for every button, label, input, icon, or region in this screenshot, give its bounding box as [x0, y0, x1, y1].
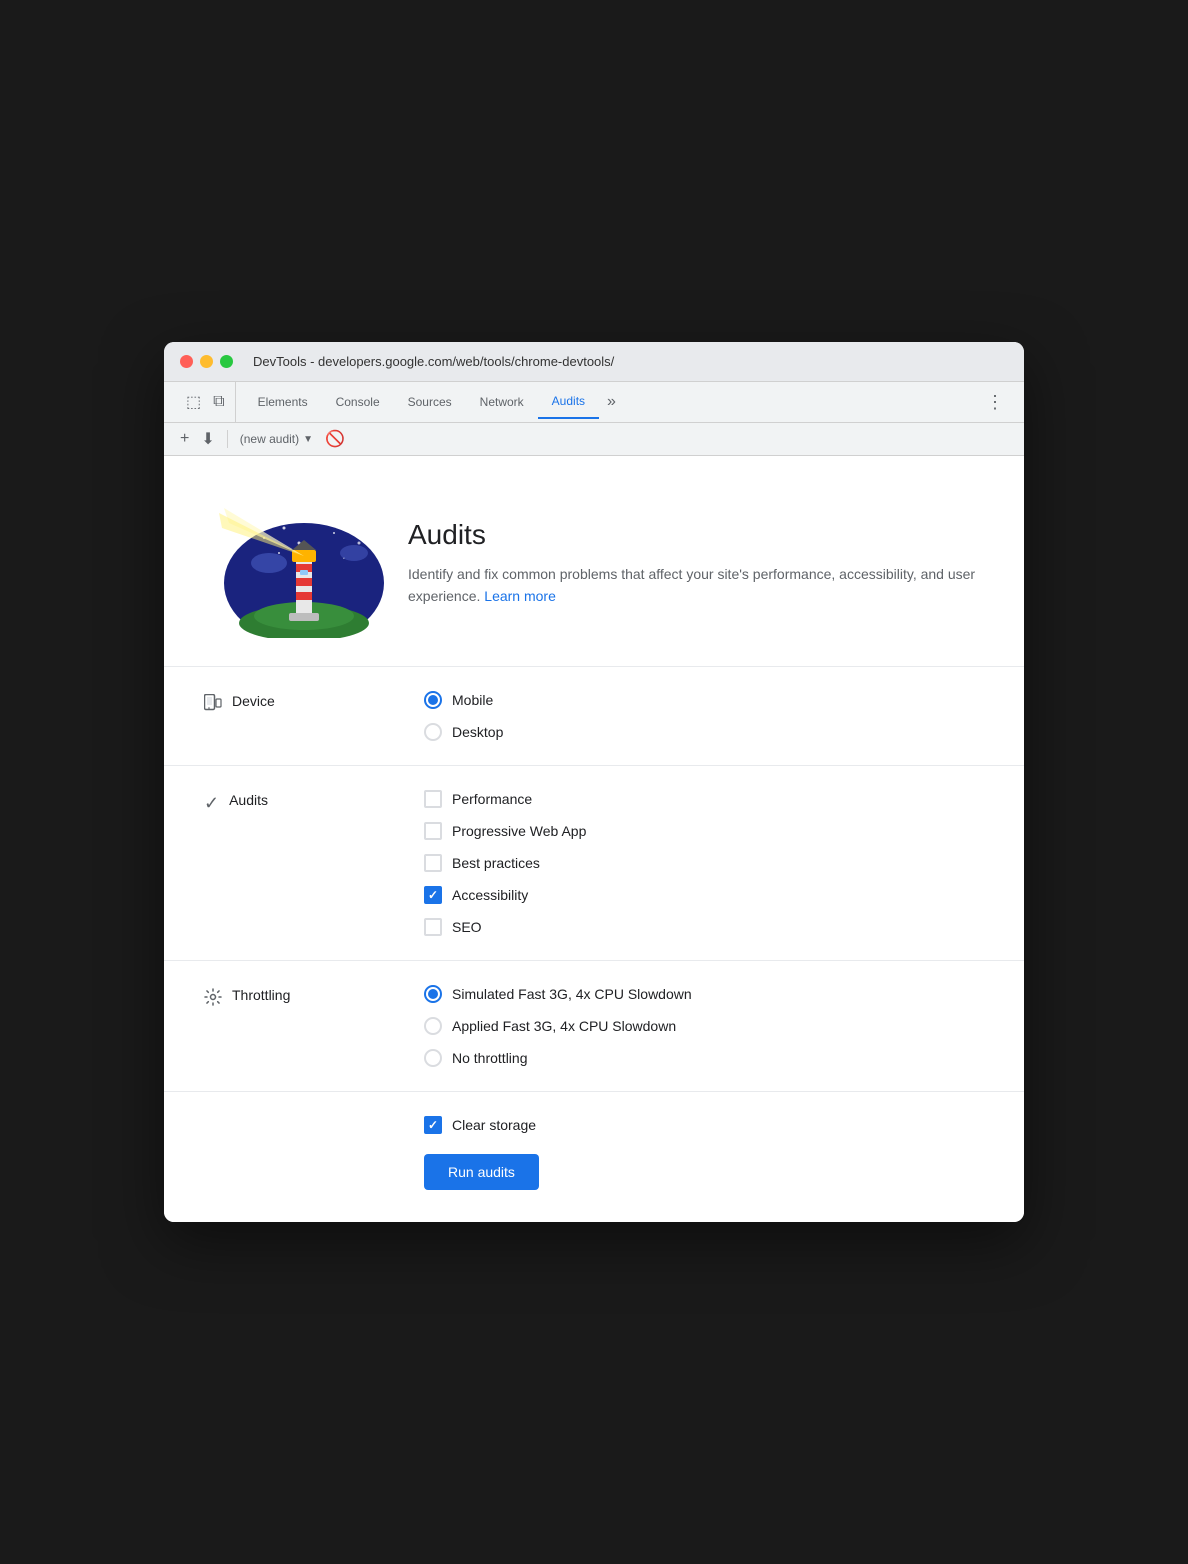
tab-sources[interactable]: Sources: [394, 386, 466, 418]
minimize-button[interactable]: [200, 355, 213, 368]
audit-accessibility-checkbox[interactable]: [424, 886, 442, 904]
device-desktop-option[interactable]: Desktop: [424, 723, 984, 741]
subtoolbar-divider: [227, 430, 228, 448]
more-tabs-button[interactable]: »: [599, 384, 624, 420]
maximize-button[interactable]: [220, 355, 233, 368]
tab-elements[interactable]: Elements: [244, 386, 322, 418]
device-mobile-option[interactable]: Mobile: [424, 691, 984, 709]
device-icon: [204, 694, 222, 719]
throttling-none-radio[interactable]: [424, 1049, 442, 1067]
audit-pwa-option[interactable]: Progressive Web App: [424, 822, 984, 840]
add-audit-icon[interactable]: +: [180, 430, 189, 448]
chevron-down-icon: ▼: [303, 434, 313, 445]
device-desktop-radio[interactable]: [424, 723, 442, 741]
learn-more-link[interactable]: Learn more: [484, 588, 556, 604]
audit-select-label: (new audit): [240, 432, 299, 446]
titlebar: DevTools - developers.google.com/web/too…: [164, 342, 1024, 382]
throttling-simulated-radio[interactable]: [424, 985, 442, 1003]
tab-console[interactable]: Console: [322, 386, 394, 418]
bottom-section: Clear storage Run audits: [164, 1092, 1024, 1222]
audits-options: Performance Progressive Web App Best pra…: [424, 790, 984, 936]
hero-text: Audits Identify and fix common problems …: [408, 519, 984, 608]
throttling-applied-option[interactable]: Applied Fast 3G, 4x CPU Slowdown: [424, 1017, 984, 1035]
audits-label: Audits: [229, 792, 268, 808]
device-icon[interactable]: ⧉: [211, 391, 226, 413]
stop-icon[interactable]: 🚫: [325, 429, 345, 449]
throttling-label: Throttling: [232, 987, 290, 1003]
audit-performance-option[interactable]: Performance: [424, 790, 984, 808]
device-options: Mobile Desktop: [424, 691, 984, 741]
tab-tools: ⬚ ⧉: [176, 382, 236, 422]
audit-pwa-checkbox[interactable]: [424, 822, 442, 840]
download-icon[interactable]: ⬇: [201, 429, 214, 449]
audit-seo-option[interactable]: SEO: [424, 918, 984, 936]
audit-selector[interactable]: (new audit) ▼: [240, 432, 313, 446]
gear-icon: [204, 988, 222, 1011]
throttling-applied-radio[interactable]: [424, 1017, 442, 1035]
devtools-window: DevTools - developers.google.com/web/too…: [164, 342, 1024, 1222]
hero-title: Audits: [408, 519, 984, 551]
devtools-menu-button[interactable]: ⋮: [978, 383, 1012, 422]
device-label: Device: [232, 693, 275, 709]
throttling-label-container: Throttling: [204, 985, 424, 1067]
audit-performance-checkbox[interactable]: [424, 790, 442, 808]
window-title: DevTools - developers.google.com/web/too…: [253, 354, 614, 369]
device-label-container: Device: [204, 691, 424, 741]
bottom-options: Clear storage Run audits: [424, 1116, 984, 1190]
clear-storage-option[interactable]: Clear storage: [424, 1116, 984, 1134]
cursor-icon[interactable]: ⬚: [184, 390, 203, 414]
throttling-none-option[interactable]: No throttling: [424, 1049, 984, 1067]
audits-section: ✓ Audits Performance Progressive Web App…: [164, 766, 1024, 961]
throttling-section: Throttling Simulated Fast 3G, 4x CPU Slo…: [164, 961, 1024, 1092]
device-mobile-radio[interactable]: [424, 691, 442, 709]
traffic-lights: [180, 355, 233, 368]
run-audits-button[interactable]: Run audits: [424, 1154, 539, 1190]
close-button[interactable]: [180, 355, 193, 368]
hero-description: Identify and fix common problems that af…: [408, 563, 984, 608]
audit-bestpractices-option[interactable]: Best practices: [424, 854, 984, 872]
tabbar: ⬚ ⧉ Elements Console Sources Network Aud…: [164, 382, 1024, 423]
lighthouse-illustration: [204, 488, 384, 638]
device-section: Device Mobile Desktop: [164, 667, 1024, 766]
main-content: Audits Identify and fix common problems …: [164, 456, 1024, 1222]
audit-bestpractices-checkbox[interactable]: [424, 854, 442, 872]
audits-label-container: ✓ Audits: [204, 790, 424, 936]
audit-seo-checkbox[interactable]: [424, 918, 442, 936]
hero-section: Audits Identify and fix common problems …: [164, 456, 1024, 667]
audit-accessibility-option[interactable]: Accessibility: [424, 886, 984, 904]
clear-storage-checkbox[interactable]: [424, 1116, 442, 1134]
tab-audits[interactable]: Audits: [538, 385, 599, 419]
throttling-options: Simulated Fast 3G, 4x CPU Slowdown Appli…: [424, 985, 984, 1067]
tab-network[interactable]: Network: [466, 386, 538, 418]
checkmark-icon: ✓: [204, 793, 219, 814]
subtoolbar: + ⬇ (new audit) ▼ 🚫: [164, 423, 1024, 456]
throttling-simulated-option[interactable]: Simulated Fast 3G, 4x CPU Slowdown: [424, 985, 984, 1003]
